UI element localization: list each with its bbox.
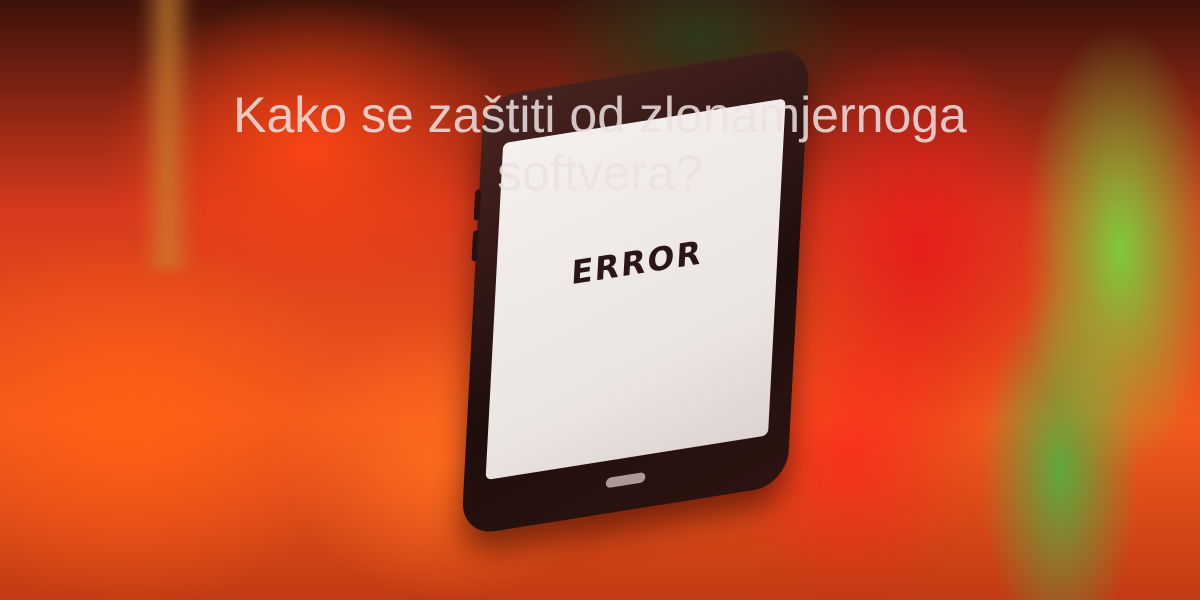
hero-banner: ERROR Kako se zaštiti od zlonamjernoga s… xyxy=(0,0,1200,600)
volume-down-button xyxy=(471,229,480,262)
article-headline: Kako se zaštiti od zlonamjernoga softver… xyxy=(233,87,967,201)
error-message: ERROR xyxy=(570,232,704,293)
phone-speaker xyxy=(605,471,646,489)
